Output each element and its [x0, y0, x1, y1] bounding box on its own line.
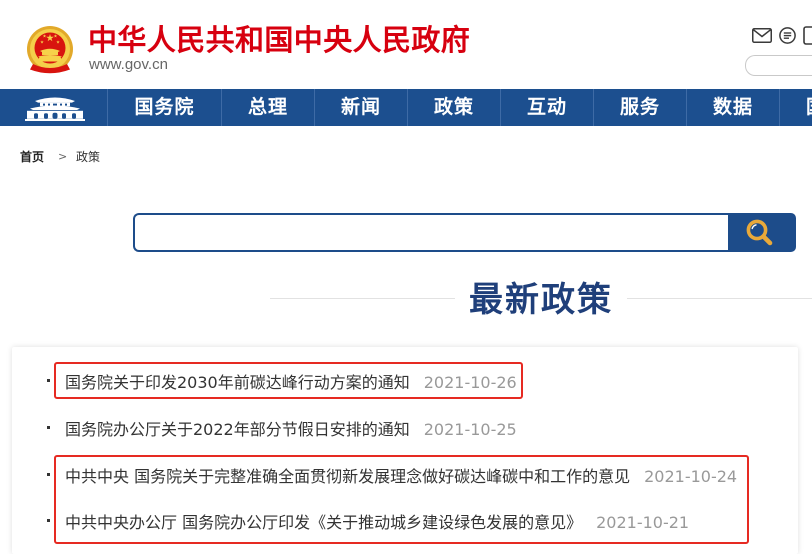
- main-nav: 国务院 总理 新闻 政策 互动 服务 数据 国: [0, 89, 812, 126]
- header-search-input[interactable]: [745, 55, 812, 76]
- nav-item-state-council[interactable]: 国务院: [107, 89, 221, 126]
- mobile-icon[interactable]: [803, 26, 812, 45]
- nav-item-services[interactable]: 服务: [593, 89, 686, 126]
- tiananmen-icon[interactable]: [25, 94, 85, 121]
- list-item: 国务院办公厅关于2022年部分节假日安排的通知 2021-10-25: [44, 419, 517, 441]
- list-item: 中共中央 国务院关于完整准确全面贯彻新发展理念做好碳达峰碳中和工作的意见 202…: [44, 466, 737, 488]
- mail-icon[interactable]: [752, 28, 772, 43]
- policy-search-input[interactable]: [133, 213, 729, 252]
- breadcrumb-home-link[interactable]: 首页: [20, 149, 44, 165]
- nav-item-premier[interactable]: 总理: [221, 89, 314, 126]
- nav-item-truncated[interactable]: 国: [779, 89, 812, 126]
- policy-search-button[interactable]: [728, 213, 796, 252]
- heading-divider-left: [270, 298, 455, 299]
- bullet: [47, 518, 50, 522]
- list-item: 中共中央办公厅 国务院办公厅印发《关于推动城乡建设绿色发展的意见》 2021-1…: [44, 512, 689, 534]
- bullet: [47, 378, 50, 382]
- bullet: [47, 425, 50, 429]
- policy-title-link[interactable]: 国务院办公厅关于2022年部分节假日安排的通知: [65, 419, 410, 441]
- policy-date: 2021-10-25: [423, 420, 517, 439]
- national-emblem-icon[interactable]: [26, 25, 74, 75]
- nav-item-interaction[interactable]: 互动: [500, 89, 593, 126]
- section-title: 最新政策: [469, 280, 613, 320]
- heading-divider-right: [627, 298, 812, 299]
- policy-title-link[interactable]: 国务院关于印发2030年前碳达峰行动方案的通知: [65, 372, 410, 394]
- nav-item-data[interactable]: 数据: [686, 89, 779, 126]
- breadcrumb-separator: >: [58, 150, 68, 163]
- policy-date: 2021-10-21: [596, 513, 690, 532]
- search-icon: [746, 219, 773, 245]
- policy-title-link[interactable]: 中共中央 国务院关于完整准确全面贯彻新发展理念做好碳达峰碳中和工作的意见: [65, 466, 630, 488]
- breadcrumb-current: 政策: [76, 150, 101, 164]
- policy-title-link[interactable]: 中共中央办公厅 国务院办公厅印发《关于推动城乡建设绿色发展的意见》: [65, 512, 582, 534]
- policy-date: 2021-10-24: [644, 467, 738, 486]
- list-item: 国务院关于印发2030年前碳达峰行动方案的通知 2021-10-26: [44, 372, 517, 394]
- nav-item-news[interactable]: 新闻: [314, 89, 407, 126]
- nav-item-policy[interactable]: 政策: [407, 89, 500, 126]
- site-title: 中华人民共和国中央人民政府: [88, 23, 471, 57]
- menu-circle-icon[interactable]: [779, 27, 796, 44]
- bullet: [47, 472, 50, 476]
- site-domain: www.gov.cn: [89, 56, 168, 73]
- policy-date: 2021-10-26: [423, 373, 517, 392]
